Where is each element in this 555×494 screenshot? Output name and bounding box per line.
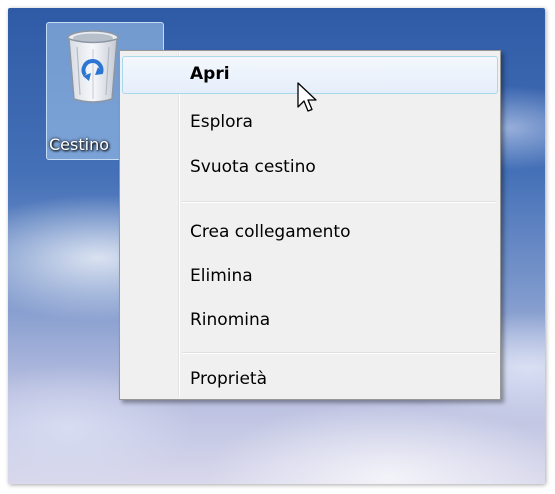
arrow-cursor-icon bbox=[297, 82, 317, 112]
menu-item-label: Crea collegamento bbox=[190, 222, 351, 242]
desktop-background[interactable]: Cestino Apri Esplora Svuota cestino Crea… bbox=[8, 8, 545, 484]
menu-item-svuota-cestino[interactable]: Svuota cestino bbox=[122, 149, 498, 187]
recycle-bin-icon bbox=[67, 30, 119, 103]
menu-item-label: Proprietà bbox=[190, 369, 268, 389]
menu-item-label: Esplora bbox=[190, 112, 253, 132]
recycle-bin-label: Cestino bbox=[49, 135, 109, 154]
menu-item-crea-collegamento[interactable]: Crea collegamento bbox=[122, 214, 498, 252]
menu-item-label: Apri bbox=[190, 64, 230, 84]
menu-separator bbox=[182, 352, 496, 354]
menu-item-proprieta[interactable]: Proprietà bbox=[122, 361, 498, 399]
menu-item-label: Elimina bbox=[190, 266, 253, 286]
menu-item-rinomina[interactable]: Rinomina bbox=[122, 302, 498, 340]
menu-item-label: Svuota cestino bbox=[190, 157, 316, 177]
menu-item-label: Rinomina bbox=[190, 310, 271, 330]
menu-item-elimina[interactable]: Elimina bbox=[122, 258, 498, 296]
screenshot-frame: Cestino Apri Esplora Svuota cestino Crea… bbox=[8, 8, 545, 484]
menu-separator bbox=[182, 201, 496, 203]
